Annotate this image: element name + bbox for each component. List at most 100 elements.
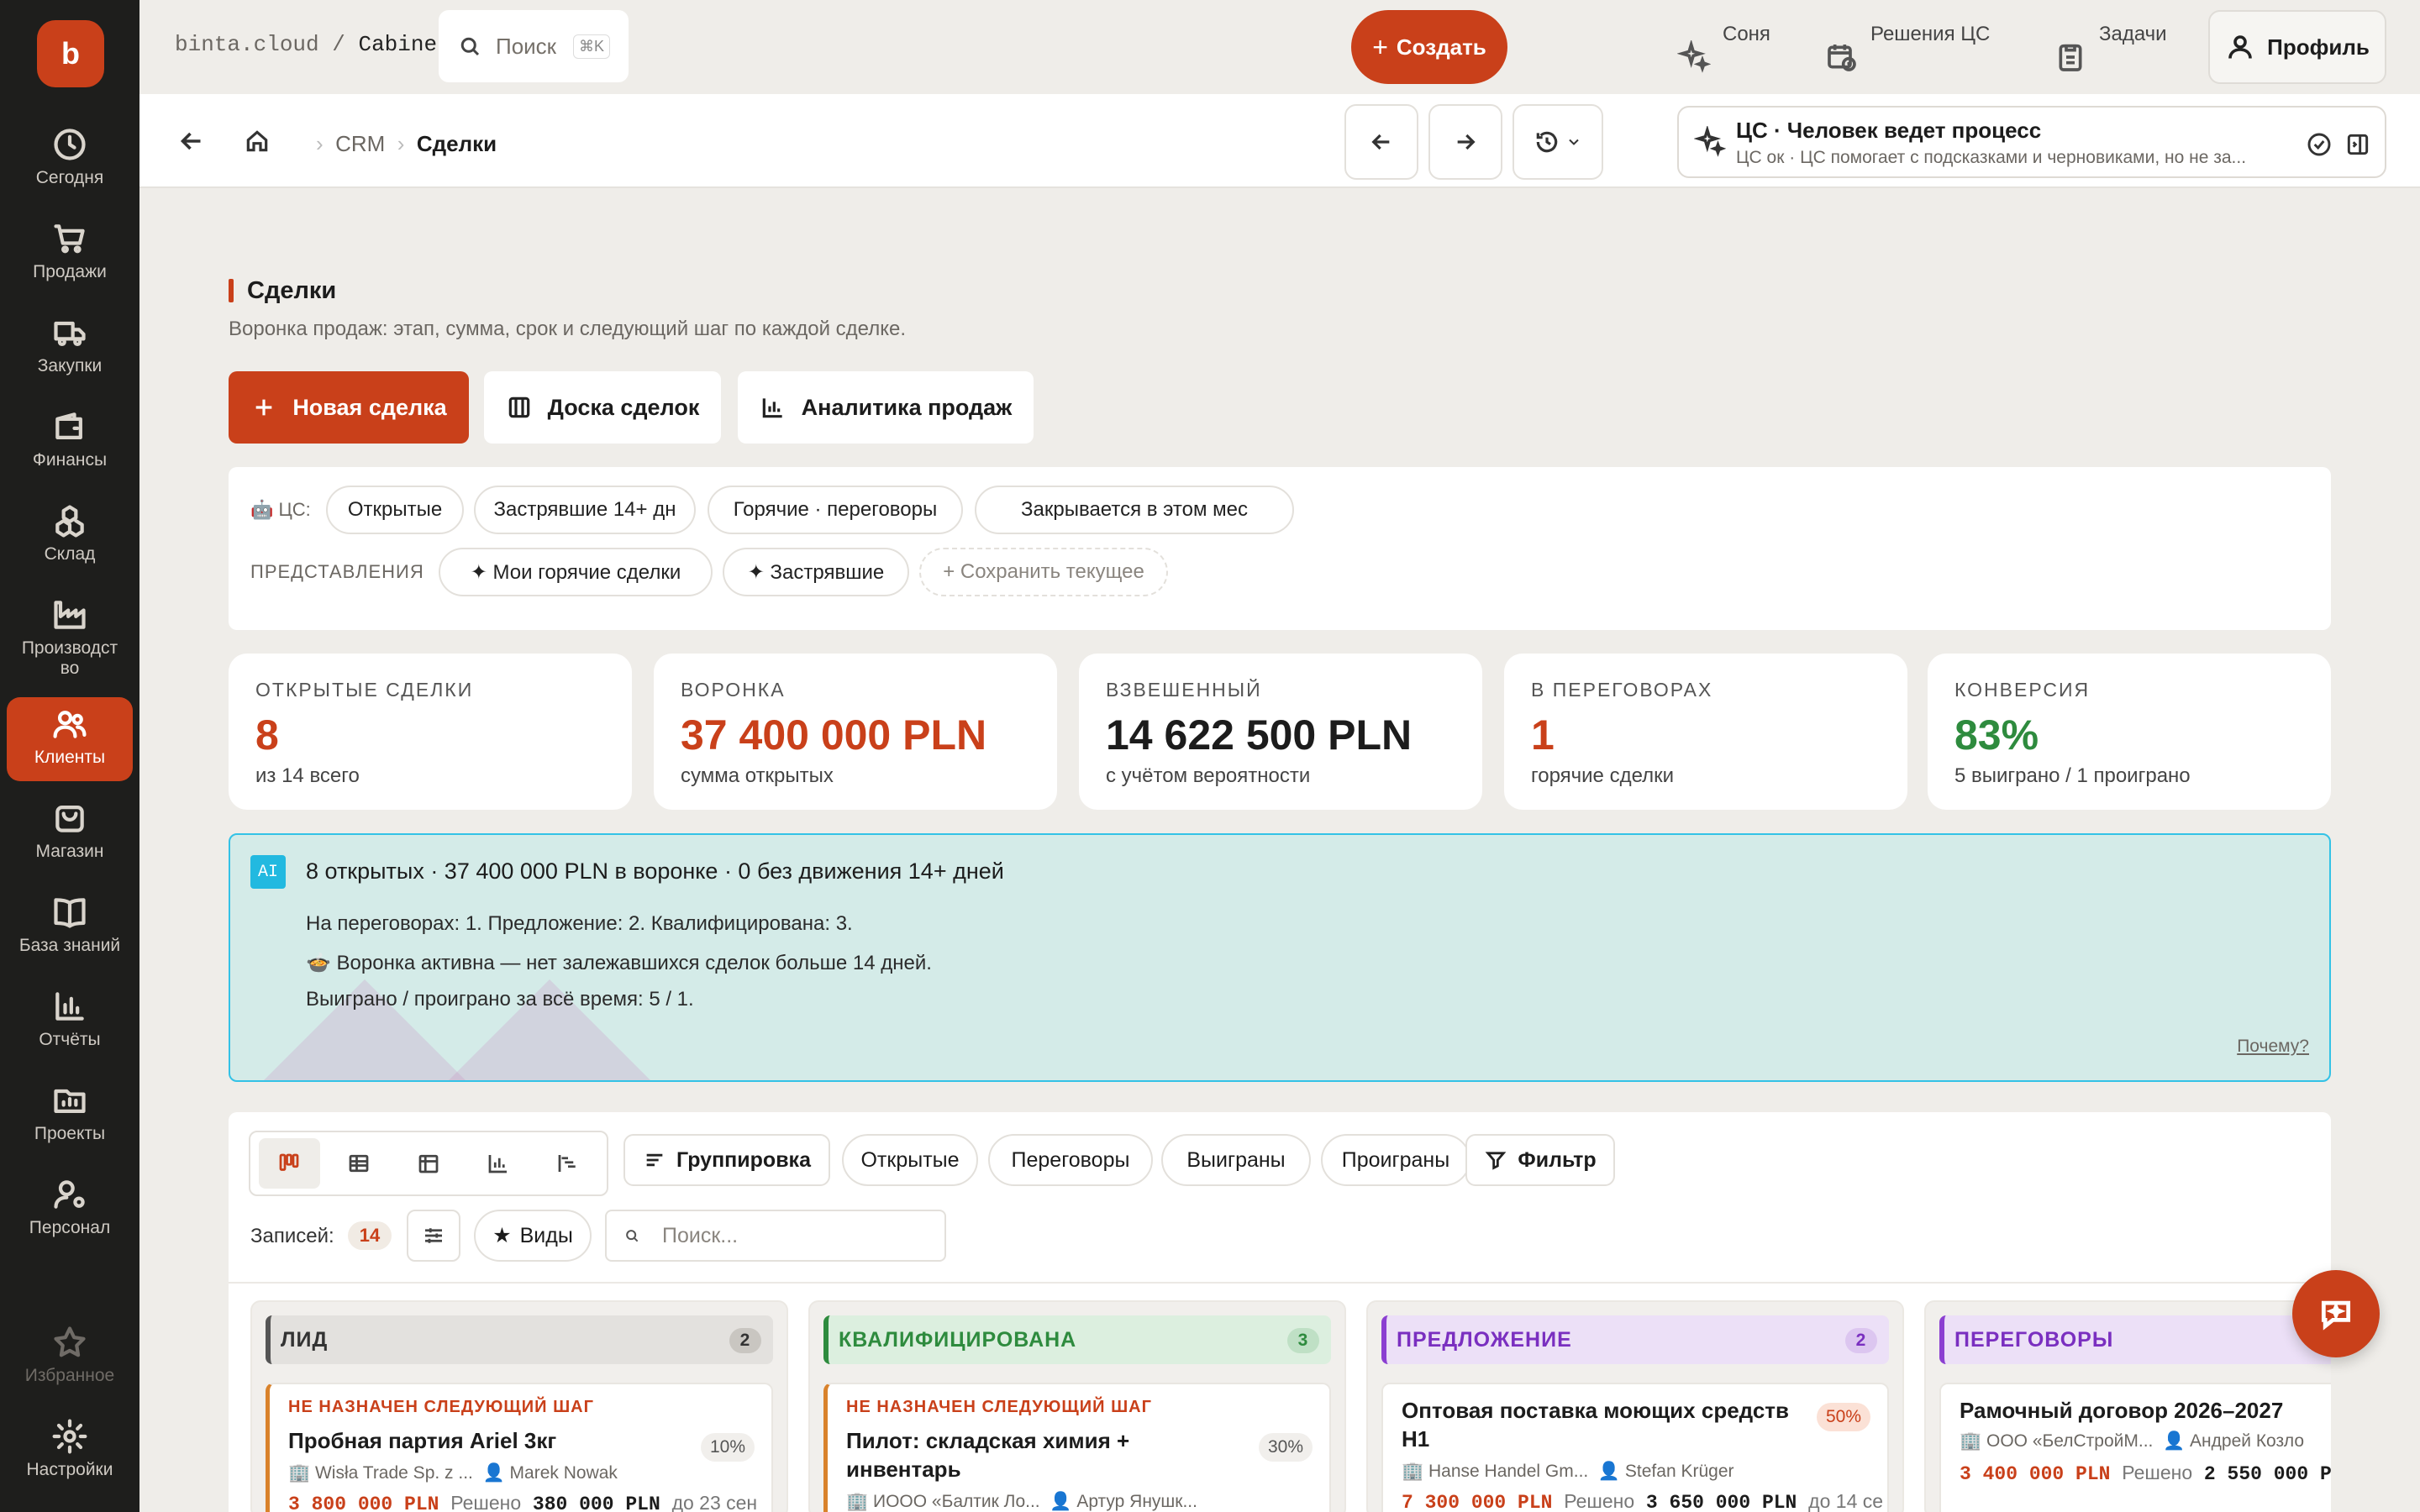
history-menu-button[interactable] <box>1512 104 1603 180</box>
views-label: Виды <box>519 1223 573 1247</box>
breadcrumb-crm[interactable]: CRM <box>335 131 385 156</box>
filter-open[interactable]: Открытые <box>842 1134 978 1186</box>
workspace-current[interactable]: Cabinet <box>358 32 450 57</box>
sidebar-item-reports[interactable]: Отчёты <box>7 979 133 1050</box>
tasks-label: Задачи <box>2099 23 2167 45</box>
global-search[interactable]: Поиск ⌘K <box>439 10 629 82</box>
decided-amount: 3 650 000 PLN <box>1645 1492 1797 1512</box>
sidebar-item-shop[interactable]: Магазин <box>7 791 133 862</box>
filter-button[interactable]: Фильтр <box>1465 1134 1615 1186</box>
filter-won[interactable]: Выиграны <box>1161 1134 1311 1186</box>
column-settings-button[interactable] <box>407 1210 460 1262</box>
sidebar-item-settings[interactable]: Настройки <box>7 1410 133 1480</box>
column-header: ПЕРЕГОВОРЫ <box>1939 1315 2331 1364</box>
view-chip-stuck[interactable]: ✦ Застрявшие <box>723 548 909 596</box>
soniya-button[interactable]: Соня <box>1677 10 1770 84</box>
wallet-icon <box>55 412 82 439</box>
view-table[interactable] <box>329 1138 390 1189</box>
board-search-input[interactable]: Поиск... <box>605 1210 946 1262</box>
create-button[interactable]: + Создать <box>1351 10 1507 84</box>
boxes-icon <box>55 505 84 538</box>
grouping-button[interactable]: Группировка <box>623 1134 830 1186</box>
sidebar-item-finance[interactable]: Финансы <box>7 400 133 470</box>
filter-negotiations[interactable]: Переговоры <box>988 1134 1153 1186</box>
why-link[interactable]: Почему? <box>2237 1037 2309 1057</box>
sidebar-item-warehouse[interactable]: Склад <box>7 494 133 564</box>
deal-company: Wisła Trade Sp. z ... <box>314 1463 473 1483</box>
history-back-button[interactable] <box>1344 104 1418 180</box>
deal-company: ООО «БелСтройМ... <box>1986 1431 2154 1451</box>
history-forward-button[interactable] <box>1428 104 1502 180</box>
home-icon <box>246 130 268 152</box>
cs-chip-closing[interactable]: Закрывается в этом мес <box>975 486 1294 534</box>
calendar-clock-icon <box>1828 45 1856 71</box>
sidebar-item-label: Клиенты <box>34 748 106 767</box>
app-logo[interactable]: b <box>37 20 104 87</box>
sidebar-item-projects[interactable]: Проекты <box>7 1074 133 1144</box>
sidebar-item-sales[interactable]: Продажи <box>7 212 133 282</box>
views-label: ПРЕДСТАВЛЕНИЯ <box>250 561 424 582</box>
ai-insight-panel: AI 8 открытых · 37 400 000 PLN в воронке… <box>229 833 2331 1082</box>
new-deal-button[interactable]: Новая сделка <box>229 371 469 444</box>
deal-board-button[interactable]: Доска сделок <box>484 371 721 444</box>
deal-card[interactable]: НЕ НАЗНАЧЕН СЛЕДУЮЩИЙ ШАГ Пробная партия… <box>266 1383 773 1512</box>
kpi-subtext: из 14 всего <box>255 764 360 787</box>
soniya-label: Соня <box>1723 23 1770 45</box>
decided-label: Решено <box>2122 1462 2193 1483</box>
assistant-status-panel[interactable]: ЦС · Человек ведет процесс ЦС ок · ЦС по… <box>1677 106 2386 178</box>
cs-chip-open[interactable]: Открытые <box>326 486 464 534</box>
decisions-button[interactable]: Решения ЦС <box>1825 10 1990 84</box>
deal-amounts: 7 300 000 PLN Решено 3 650 000 PLN до 14… <box>1402 1490 1883 1512</box>
shortcut-hint: ⌘K <box>573 34 611 59</box>
sidebar-item-production[interactable]: Производст во <box>7 588 133 679</box>
calendar-icon <box>418 1154 439 1173</box>
view-chart[interactable] <box>467 1138 529 1189</box>
deal-title: Оптовая поставка моющих средств H1 <box>1402 1398 1789 1452</box>
folder-icon <box>54 1089 86 1113</box>
column-header: КВАЛИФИЦИРОВАНА 3 <box>823 1315 1331 1364</box>
sidebar-item-clients[interactable]: Клиенты <box>7 697 133 781</box>
chat-assistant-button[interactable] <box>2292 1270 2380 1357</box>
sidebar-item-staff[interactable]: Персонал <box>7 1168 133 1238</box>
kpi-label: В ПЕРЕГОВОРАХ <box>1531 679 1713 701</box>
views-button[interactable]: ★ Виды <box>474 1210 592 1262</box>
deal-meta: 🏢 Wisła Trade Sp. z ... 👤 Marek Nowak <box>288 1463 618 1483</box>
home-link[interactable] <box>244 128 271 159</box>
tasks-button[interactable]: Задачи <box>2054 10 2167 84</box>
cs-chip-stuck[interactable]: Застрявшие 14+ дн <box>474 486 696 534</box>
kpi-subtext: с учётом вероятности <box>1106 764 1311 787</box>
factory-icon <box>54 601 86 629</box>
view-gantt[interactable] <box>537 1138 598 1189</box>
cs-chip-hot[interactable]: Горячие · переговоры <box>708 486 963 534</box>
column-count: 2 <box>1845 1328 1877 1353</box>
profile-button[interactable]: Профиль <box>2208 10 2386 84</box>
sidebar-item-knowledge[interactable]: База знаний <box>7 885 133 956</box>
column-title: ПРЕДЛОЖЕНИЕ <box>1397 1327 1572 1352</box>
sidebar-item-today[interactable]: Сегодня <box>7 118 133 188</box>
deal-card[interactable]: НЕ НАЗНАЧЕН СЛЕДУЮЩИЙ ШАГ Пилот: складск… <box>823 1383 1331 1512</box>
view-kanban[interactable] <box>259 1138 320 1189</box>
panel-toggle-icon[interactable] <box>2344 131 2371 158</box>
workspace-domain[interactable]: binta.cloud <box>175 32 319 57</box>
sidebar-item-favorites[interactable]: Избранное <box>7 1315 133 1386</box>
kanban-column-proposal: ПРЕДЛОЖЕНИЕ 2 Оптовая поставка моющих ср… <box>1366 1300 1904 1512</box>
cs-label-text: ЦС: <box>278 499 311 520</box>
filter-lost[interactable]: Проиграны <box>1321 1134 1470 1186</box>
page-subtitle: Воронка продаж: этап, сумма, срок и след… <box>229 318 907 340</box>
back-button[interactable] <box>176 126 207 160</box>
deal-card[interactable]: Рамочный договор 2026–2027 🏢 ООО «БелСтр… <box>1939 1383 2331 1512</box>
clock-icon <box>54 129 86 160</box>
save-view-button[interactable]: + Сохранить текущее <box>919 548 1168 596</box>
subbar: › CRM › Сделки ЦС · Человек ведет процес… <box>139 94 2420 188</box>
sales-analytics-button[interactable]: Аналитика продаж <box>738 371 1034 444</box>
divider <box>229 1282 2331 1284</box>
view-chip-hot-deals[interactable]: ✦ Мои горячие сделки <box>439 548 713 596</box>
probability-badge: 30% <box>1259 1433 1313 1462</box>
deal-card[interactable]: Оптовая поставка моющих средств H1 50% 🏢… <box>1381 1383 1889 1512</box>
check-circle-icon[interactable] <box>2306 131 2333 158</box>
sidebar-item-purchases[interactable]: Закупки <box>7 306 133 376</box>
create-label: Создать <box>1396 34 1486 60</box>
view-calendar[interactable] <box>398 1138 460 1189</box>
profile-label: Профиль <box>2267 34 2370 60</box>
building-icon: 🏢 <box>846 1492 873 1511</box>
